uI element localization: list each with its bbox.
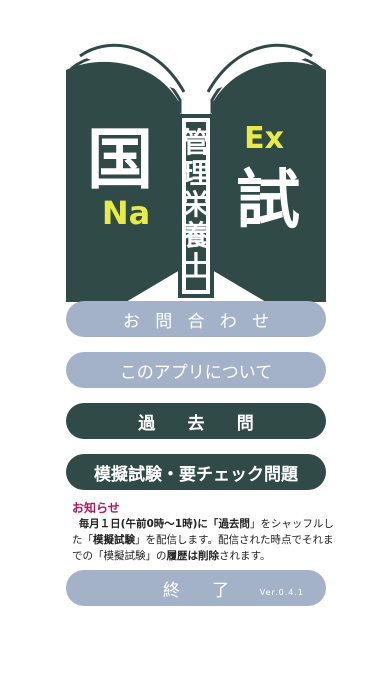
exit-button-label: 終了 [162, 580, 262, 601]
notice-title: お知らせ [72, 501, 120, 515]
about-app-button[interactable]: このアプリについて [66, 352, 326, 388]
notice-text: 毎月１日(午前0時〜1時)に「過去問」をシャッフルした「模擬試験」を配信します。… [72, 516, 334, 564]
exit-button[interactable]: 終了 Ver.0.4.1 [66, 570, 326, 606]
spine-char: 養 [181, 219, 210, 252]
contact-button[interactable]: お問合わせ [66, 301, 326, 337]
about-app-button-label: このアプリについて [119, 362, 273, 383]
version-label: Ver.0.4.1 [259, 588, 304, 597]
app-logo: 国 Na Ex 試 管 理 栄 養 士 [66, 43, 326, 302]
logo-left-sub: Na [102, 194, 150, 232]
past-questions-button-label: 過去問 [138, 413, 287, 434]
notice-part: 午前0時〜1時 [125, 518, 193, 530]
spine-char: 管 [182, 126, 210, 159]
notice-part: )に「 [192, 518, 219, 530]
mock-exam-button[interactable]: 模擬試験・要チェック問題 [66, 454, 326, 490]
notice-part: 毎月１日( [78, 518, 126, 530]
spine-char: 士 [182, 250, 210, 283]
past-questions-button[interactable]: 過去問 [66, 403, 326, 439]
notice-part: 履歴は削除 [166, 550, 220, 562]
notice-part: されます。 [219, 550, 271, 562]
notice-part: 過去問 [218, 518, 250, 530]
spine-char: 栄 [182, 188, 210, 221]
logo-left-kanji: 国 [87, 121, 153, 198]
mock-exam-button-label: 模擬試験・要チェック問題 [94, 464, 298, 485]
logo-right-kanji: 試 [236, 164, 300, 238]
notice-part: 模擬試験 [93, 534, 135, 546]
logo-right-top: Ex [244, 121, 284, 156]
contact-button-label: お問合わせ [122, 311, 285, 332]
spine-char: 理 [182, 157, 210, 190]
